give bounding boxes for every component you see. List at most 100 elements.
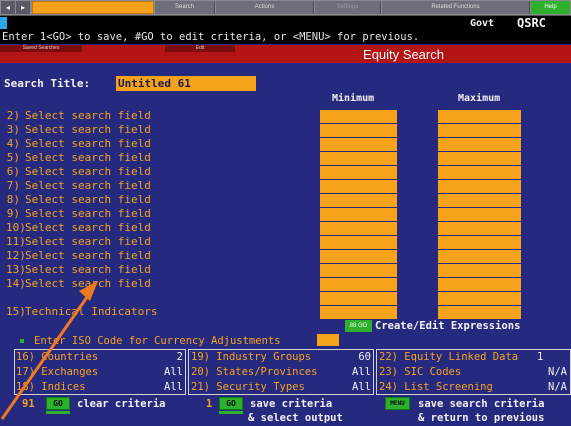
actions-menu-button[interactable]: Actions	[216, 1, 314, 14]
minimum-input[interactable]	[320, 166, 397, 179]
item-label: Security Types	[216, 381, 305, 393]
minimum-input[interactable]	[320, 222, 397, 235]
technical-indicators-row[interactable]: 15)Technical Indicators	[6, 304, 326, 319]
maximum-input[interactable]	[438, 208, 521, 221]
row-label: Technical Indicators	[25, 305, 158, 318]
criteria-row[interactable]: 4) Select search field	[6, 136, 326, 151]
panel-item-equity-linked-data[interactable]: 22) Equity Linked Data	[379, 350, 518, 365]
minimum-input[interactable]	[320, 236, 397, 249]
panel-item-indices[interactable]: 18) Indices	[16, 380, 86, 395]
maximum-input[interactable]	[438, 152, 521, 165]
clear-command-number: 91	[22, 398, 35, 410]
item-label: Indices	[41, 381, 86, 393]
minimum-input[interactable]	[320, 194, 397, 207]
criteria-row[interactable]: 12)Select search field	[6, 248, 326, 263]
minimum-column-header: Minimum	[332, 93, 375, 104]
row-number: 4)	[6, 137, 20, 150]
command-line-input[interactable]	[32, 1, 154, 14]
minimum-input[interactable]	[320, 152, 397, 165]
item-number: 20)	[191, 366, 210, 378]
settings-menu-button[interactable]: Settings	[315, 1, 381, 14]
item-value: All	[352, 381, 371, 393]
save-command-number: 1	[206, 398, 213, 410]
panel-item-industry-groups[interactable]: 19) Industry Groups	[191, 350, 311, 365]
menu-key-button[interactable]: MENU	[385, 397, 410, 410]
maximum-input[interactable]	[438, 194, 521, 207]
panel-item-security-types[interactable]: 21) Security Types	[191, 380, 305, 395]
row-label: Select search field	[25, 151, 151, 164]
maximum-input[interactable]	[438, 292, 521, 305]
minimum-input[interactable]	[320, 110, 397, 123]
maximum-input[interactable]	[438, 264, 521, 277]
create-edit-expressions-link[interactable]: Create/Edit Expressions	[375, 320, 520, 332]
minimum-input[interactable]	[320, 264, 397, 277]
maximum-input[interactable]	[438, 278, 521, 291]
panel-item-exchanges[interactable]: 17) Exchanges	[16, 365, 98, 380]
row-label: Select search field	[25, 235, 151, 248]
criteria-row[interactable]: 7) Select search field	[6, 178, 326, 193]
criteria-row[interactable]: 8) Select search field	[6, 192, 326, 207]
panel-item-countries[interactable]: 16) Countries	[16, 350, 98, 365]
row-label: Select search field	[25, 263, 151, 276]
criteria-row[interactable]: 13)Select search field	[6, 262, 326, 277]
clear-criteria-label: clear criteria	[77, 398, 166, 410]
criteria-row[interactable]: 2) Select search field	[6, 108, 326, 123]
maximum-input[interactable]	[438, 110, 521, 123]
item-label: SIC Codes	[404, 366, 462, 378]
instruction-message: Enter 1<GO> to save, #GO to edit criteri…	[0, 30, 571, 44]
maximum-input[interactable]	[438, 306, 521, 319]
row-number: 6)	[6, 165, 20, 178]
maximum-input[interactable]	[438, 180, 521, 193]
search-title-input[interactable]: Untitled 61	[116, 76, 256, 91]
item-label: Exchanges	[41, 366, 99, 378]
row-label: Select search field	[25, 207, 151, 220]
criteria-row[interactable]: 10)Select search field	[6, 220, 326, 235]
minimum-input[interactable]	[320, 180, 397, 193]
clear-go-button[interactable]: GO	[46, 397, 70, 410]
maximum-column-header: Maximum	[458, 93, 501, 104]
criteria-row[interactable]: 5) Select search field	[6, 150, 326, 165]
function-code: QSRC	[517, 16, 546, 30]
panel-item-states-provinces[interactable]: 20) States/Provinces	[191, 365, 317, 380]
expressions-go-button[interactable]: 88 GO	[345, 320, 372, 332]
panel-item-list-screening[interactable]: 24) List Screening	[379, 380, 493, 395]
row-number: 10)	[6, 221, 26, 234]
maximum-input[interactable]	[438, 236, 521, 249]
minimum-input[interactable]	[320, 138, 397, 151]
criteria-row[interactable]: 6) Select search field	[6, 164, 326, 179]
item-number: 19)	[191, 351, 210, 363]
item-number: 24)	[379, 381, 398, 393]
row-label: Select search field	[25, 109, 151, 122]
panel-item-sic-codes[interactable]: 23) SIC Codes	[379, 365, 461, 380]
related-functions-button[interactable]: Related Functions	[382, 1, 530, 14]
iso-currency-input[interactable]	[317, 334, 339, 346]
item-number: 17)	[16, 366, 35, 378]
minimum-input[interactable]	[320, 292, 397, 305]
maximum-input[interactable]	[438, 124, 521, 137]
return-to-previous-label: & return to previous	[418, 412, 545, 424]
search-menu-button[interactable]: Search	[155, 1, 215, 14]
criteria-row[interactable]: 14)Select search field	[6, 276, 326, 291]
row-label: Select search field	[25, 165, 151, 178]
back-button[interactable]: ◂	[1, 1, 15, 14]
maximum-input[interactable]	[438, 166, 521, 179]
criteria-row[interactable]: 9) Select search field	[6, 206, 326, 221]
row-number: 9)	[6, 207, 20, 220]
minimum-input[interactable]	[320, 306, 397, 319]
row-number: 3)	[6, 123, 20, 136]
minimum-input[interactable]	[320, 278, 397, 291]
edit-button[interactable]: Edit	[165, 45, 235, 52]
maximum-input[interactable]	[438, 222, 521, 235]
criteria-row[interactable]: 3) Select search field	[6, 122, 326, 137]
saved-searches-button[interactable]: Saved Searches	[0, 45, 82, 52]
minimum-input[interactable]	[320, 208, 397, 221]
help-button[interactable]: Help	[531, 1, 570, 14]
forward-button[interactable]: ▸	[16, 1, 30, 14]
minimum-input[interactable]	[320, 250, 397, 263]
item-value: 1	[537, 351, 544, 363]
criteria-row[interactable]: 11)Select search field	[6, 234, 326, 249]
maximum-input[interactable]	[438, 250, 521, 263]
minimum-input[interactable]	[320, 124, 397, 137]
save-go-button[interactable]: GO	[219, 397, 243, 410]
maximum-input[interactable]	[438, 138, 521, 151]
